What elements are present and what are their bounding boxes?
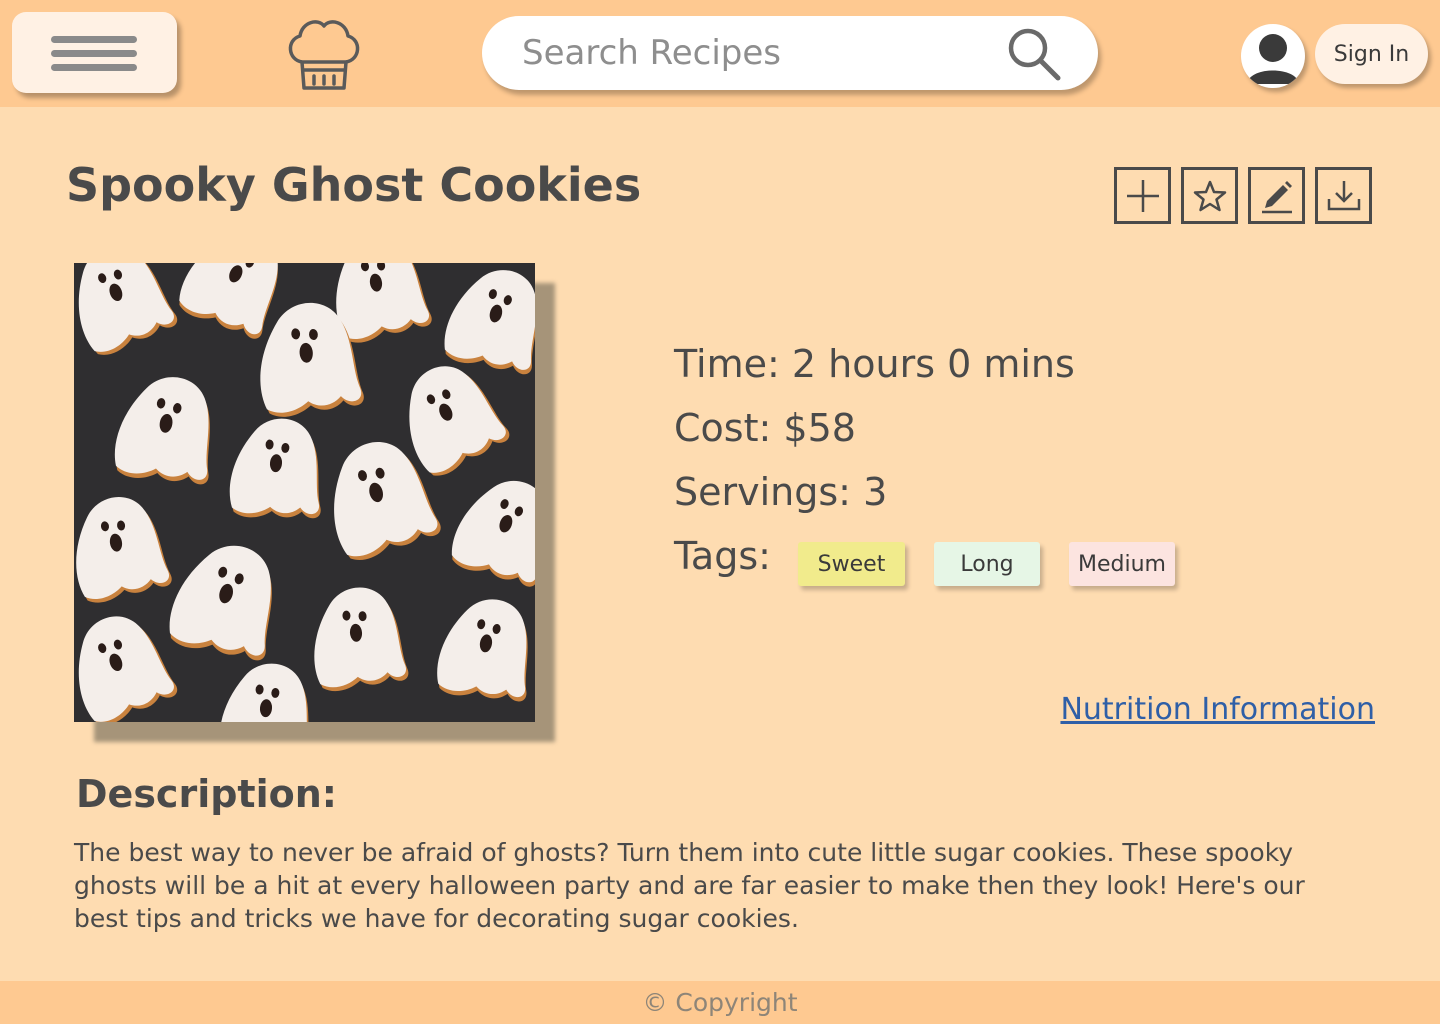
time-label: Time:: [674, 342, 780, 386]
recipe-photo: [74, 263, 535, 722]
sign-in-button[interactable]: Sign In: [1315, 24, 1428, 84]
plus-icon: [1126, 179, 1159, 212]
header-bar: Sign In: [0, 0, 1440, 107]
tag-medium[interactable]: Medium: [1069, 542, 1175, 586]
chef-hat-icon[interactable]: [282, 14, 366, 94]
description-text: The best way to never be afraid of ghost…: [74, 838, 1305, 933]
menu-line-icon: [51, 64, 137, 71]
servings-value: 3: [863, 470, 888, 514]
avatar[interactable]: [1241, 24, 1305, 88]
search-icon[interactable]: [1004, 24, 1064, 84]
menu-line-icon: [51, 36, 137, 43]
user-icon: [1247, 34, 1299, 84]
download-icon: [1327, 180, 1360, 210]
add-button[interactable]: [1114, 167, 1171, 224]
tag-long[interactable]: Long: [934, 542, 1040, 586]
pencil-icon: [1261, 180, 1292, 213]
copyright-text: © Copyright: [642, 988, 798, 1017]
time-info: Time: 2 hours 0 mins: [674, 342, 1075, 386]
time-value: 2 hours 0 mins: [791, 342, 1075, 386]
search-input[interactable]: [522, 30, 982, 76]
description-heading: Description:: [76, 772, 337, 816]
star-icon: [1193, 180, 1226, 211]
favorite-button[interactable]: [1181, 167, 1238, 224]
tag-sweet[interactable]: Sweet: [798, 542, 905, 586]
page-title: Spooky Ghost Cookies: [66, 158, 642, 212]
tags-label: Tags:: [674, 534, 771, 578]
cost-label: Cost:: [674, 406, 772, 450]
edit-button[interactable]: [1248, 167, 1305, 224]
menu-line-icon: [51, 50, 137, 57]
servings-label: Servings:: [674, 470, 851, 514]
nutrition-link[interactable]: Nutrition Information: [1060, 692, 1375, 727]
menu-button[interactable]: [12, 12, 177, 93]
cost-value: $58: [783, 406, 856, 450]
cost-info: Cost: $58: [674, 406, 856, 450]
servings-info: Servings: 3: [674, 470, 887, 514]
download-button[interactable]: [1315, 167, 1372, 224]
footer: © Copyright: [0, 981, 1440, 1024]
